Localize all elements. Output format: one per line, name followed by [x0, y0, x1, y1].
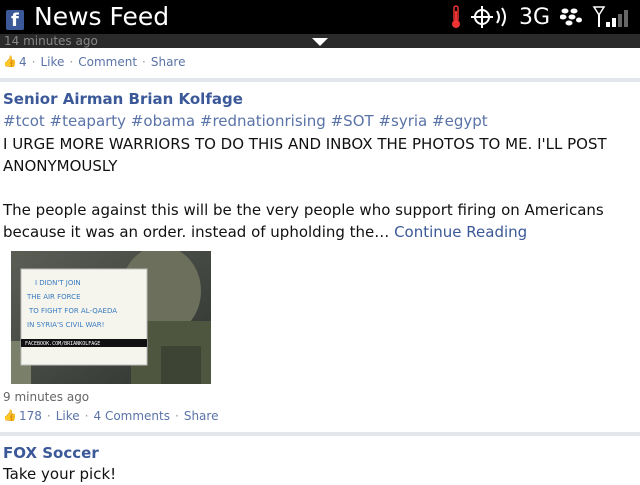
likes-count[interactable]: 4 [19, 55, 27, 69]
hashtag[interactable]: #syria [378, 112, 427, 130]
thumbs-up-icon: 👍 [3, 409, 17, 422]
post-divider [0, 432, 640, 436]
photo-image: I DIDN'T JOIN THE AIR FORCE TO FIGHT FOR… [11, 251, 211, 384]
status-bar: f News Feed 3G [0, 0, 640, 34]
app-title: News Feed [34, 2, 170, 31]
share-button[interactable]: Share [184, 409, 219, 423]
post-divider [0, 78, 640, 82]
separator: · [175, 409, 179, 423]
continue-reading-link[interactable]: Continue Reading [394, 223, 527, 241]
post-timestamp: 9 minutes ago [3, 390, 90, 404]
status-icons: 3G [451, 3, 634, 31]
network-label: 3G [518, 4, 550, 30]
separator: · [31, 55, 36, 69]
thumbs-up-icon: 👍 [3, 55, 17, 68]
gps-icon [470, 6, 506, 28]
blackberry-icon [560, 8, 582, 26]
like-button[interactable]: Like [56, 409, 80, 423]
post-photo[interactable]: I DIDN'T JOIN THE AIR FORCE TO FIGHT FOR… [11, 251, 211, 384]
svg-text:THE AIR FORCE: THE AIR FORCE [26, 293, 81, 301]
hashtag[interactable]: #rednationrising [200, 112, 326, 130]
post-paragraph: The people against this will be the very… [3, 201, 604, 241]
post-text: I URGE MORE WARRIORS TO DO THIS AND INBO… [3, 133, 633, 243]
hashtag[interactable]: #obama [131, 112, 195, 130]
post-author[interactable]: FOX Soccer [3, 444, 99, 462]
post-actions: 👍 4 · Like · Comment · Share [3, 55, 186, 69]
post-text: Take your pick! [3, 465, 117, 483]
separator: · [69, 55, 74, 69]
comment-button[interactable]: Comment [78, 55, 137, 69]
separator: · [84, 409, 89, 423]
thermometer-icon [451, 5, 460, 28]
signal-bars-icon [592, 6, 628, 27]
hashtag[interactable]: #egypt [432, 112, 488, 130]
chevron-down-icon[interactable] [312, 38, 328, 46]
share-button[interactable]: Share [151, 55, 186, 69]
comments-button[interactable]: 4 Comments [94, 409, 171, 423]
svg-text:TO FIGHT FOR AL-QAEDA: TO FIGHT FOR AL-QAEDA [28, 307, 117, 315]
hashtag[interactable]: #teaparty [50, 112, 127, 130]
post-actions: 👍 178 · Like · 4 Comments · Share [3, 409, 218, 423]
likes-count[interactable]: 178 [19, 409, 42, 423]
separator: · [46, 409, 51, 423]
post-paragraph: I URGE MORE WARRIORS TO DO THIS AND INBO… [3, 135, 607, 175]
hashtag[interactable]: #tcot [3, 112, 45, 130]
hashtag[interactable]: #SOT [331, 112, 374, 130]
svg-text:IN SYRIA'S CIVIL WAR!: IN SYRIA'S CIVIL WAR! [27, 321, 104, 329]
separator: · [142, 55, 146, 69]
facebook-icon: f [6, 10, 24, 31]
post-author[interactable]: Senior Airman Brian Kolfage [3, 90, 243, 108]
svg-text:FACEBOOK.COM/BRIANKOLFAGE: FACEBOOK.COM/BRIANKOLFAGE [25, 341, 100, 347]
hashtags: #tcot #teaparty #obama #rednationrising … [3, 112, 488, 130]
post-timestamp: 14 minutes ago [4, 34, 98, 48]
svg-text:I DIDN'T JOIN: I DIDN'T JOIN [35, 279, 81, 287]
like-button[interactable]: Like [40, 55, 64, 69]
